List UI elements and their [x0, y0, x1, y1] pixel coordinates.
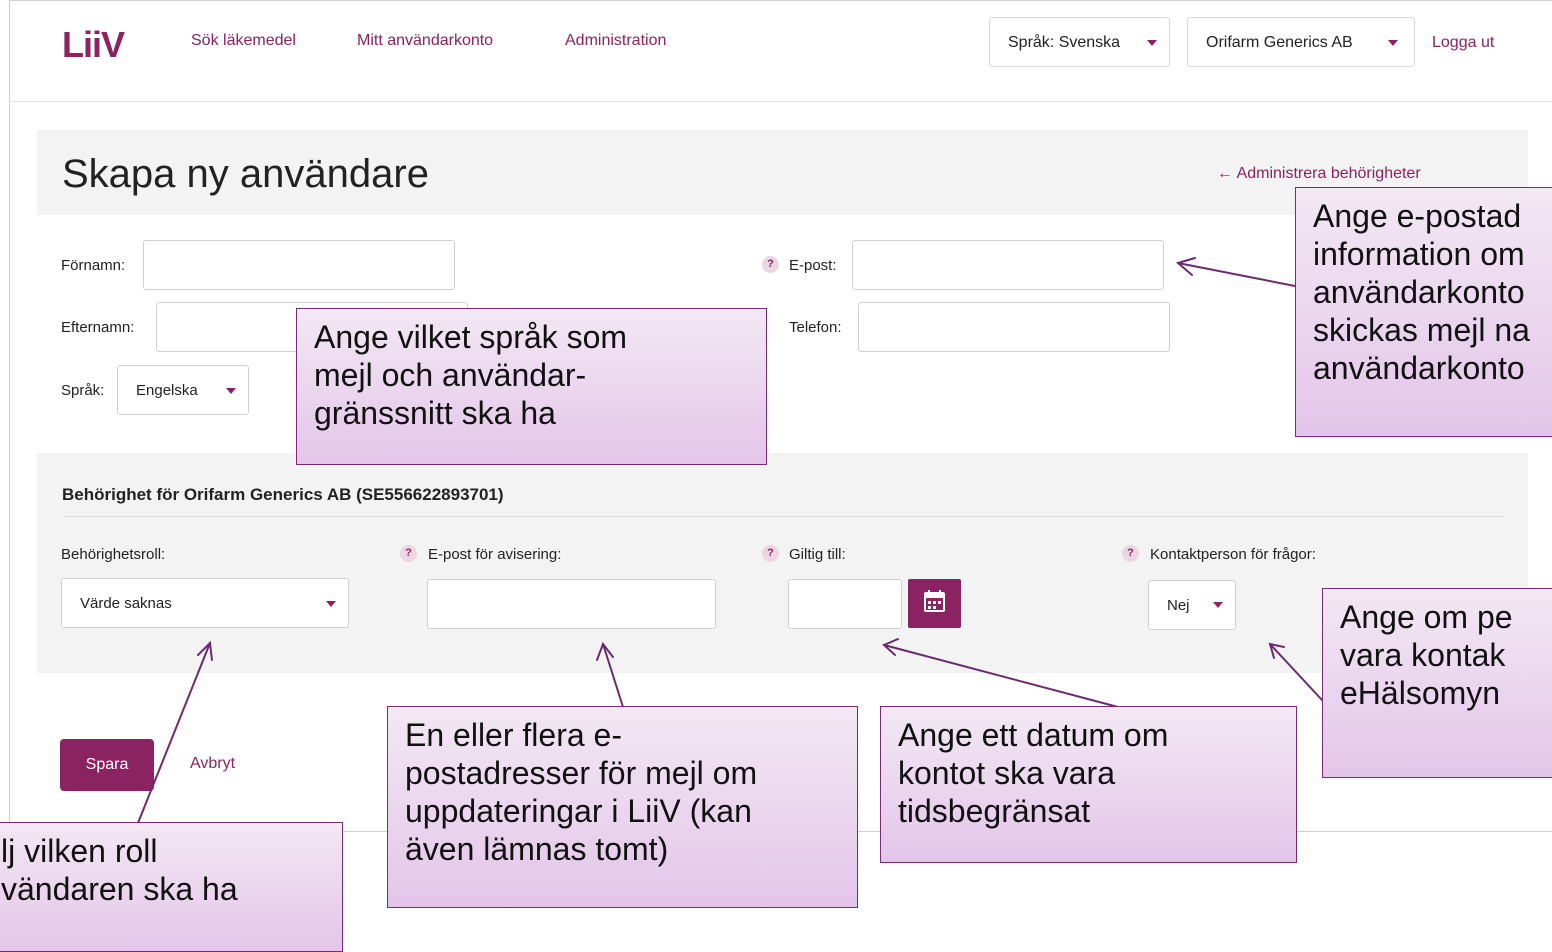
callout-notify-email: En eller flera e- postadresser för mejl … [387, 706, 858, 908]
callout-contact: Ange om pe vara kontak eHälsomyn [1322, 588, 1552, 778]
callout-email: Ange e-postad information om användarkon… [1295, 187, 1552, 437]
callout-role: lj vilken roll vändaren ska ha [0, 822, 343, 952]
callout-language: Ange vilket språk som mejl och användar-… [296, 308, 767, 465]
callout-valid-until: Ange ett datum om kontot ska vara tidsbe… [880, 706, 1297, 863]
